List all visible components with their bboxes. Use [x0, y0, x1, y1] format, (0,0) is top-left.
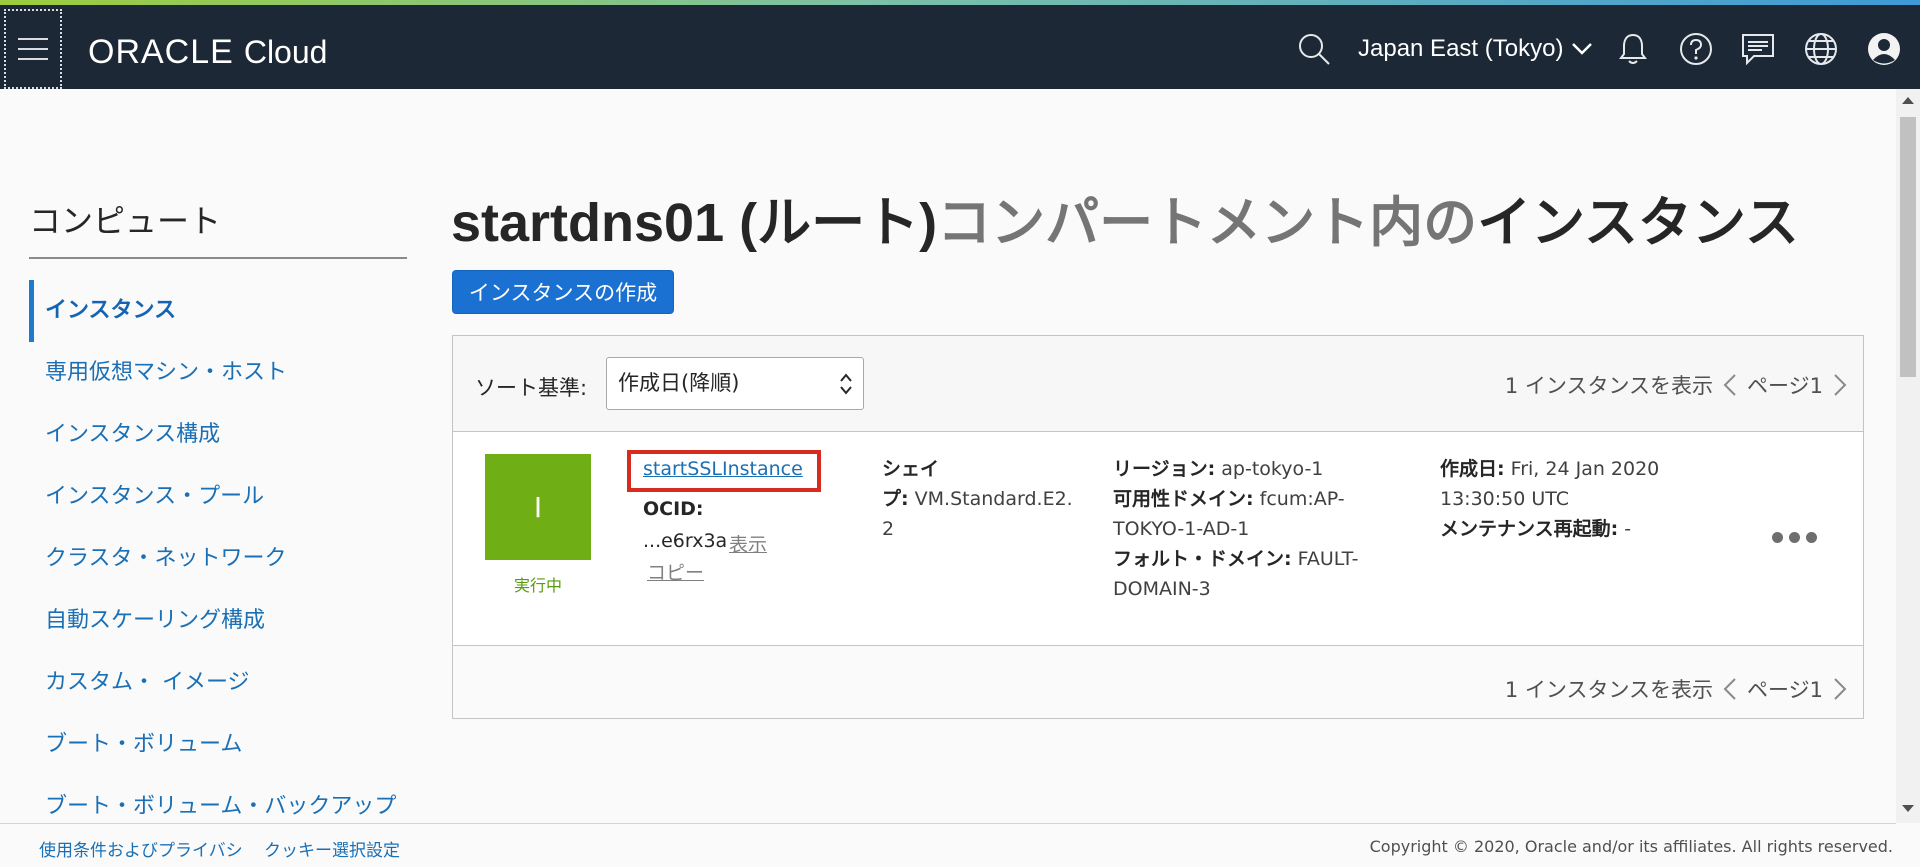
sidebar-item-instance-configurations[interactable]: インスタンス構成 — [29, 404, 407, 466]
shape-label-2: プ: — [882, 488, 909, 510]
pager-count-bottom: 1 インスタンスを表示 — [1504, 678, 1714, 702]
page-title-compartment: startdns01 (ルート) — [451, 193, 938, 253]
sidebar-divider — [29, 257, 407, 259]
page-title-middle: コンパートメント内の — [937, 193, 1478, 253]
sidebar-item-boot-volumes[interactable]: ブート・ボリューム — [29, 714, 407, 776]
chevron-left-icon[interactable] — [1723, 677, 1737, 701]
instance-status-icon: I — [485, 454, 591, 560]
ocid-show-link[interactable]: 表示 — [729, 530, 767, 557]
region-field-value: ap-tokyo-1 — [1221, 458, 1324, 480]
pager-top: 1 インスタンスを表示 ページ1 — [1505, 370, 1847, 400]
chevron-right-icon[interactable] — [1833, 677, 1847, 701]
menu-icon[interactable] — [4, 9, 62, 89]
page-footer: 使用条件およびプライバシ クッキー選択設定 Copyright © 2020, … — [0, 823, 1896, 867]
region-fields: リージョン: ap-tokyo-1 可用性ドメイン: fcum:AP- TOKY… — [1113, 454, 1413, 604]
top-header: ORACLE Cloud Japan East (Tokyo) — [0, 5, 1920, 89]
fd-value-1: FAULT- — [1297, 548, 1359, 570]
instance-row: I 実行中 startSSLInstance OCID: ...e6rx3a 表… — [453, 432, 1863, 646]
sidebar-title: コンピュート — [29, 202, 222, 240]
create-instance-button[interactable]: インスタンスの作成 — [452, 270, 674, 314]
created-value-1: Fri, 24 Jan 2020 — [1510, 458, 1660, 480]
pager-count: 1 インスタンスを表示 — [1504, 374, 1714, 398]
region-selector[interactable]: Japan East (Tokyo) — [1358, 35, 1593, 63]
logo-oracle-text: ORACLE — [88, 33, 234, 71]
sort-label: ソート基準: — [475, 376, 588, 400]
help-icon[interactable] — [1676, 29, 1716, 69]
sidebar-item-instance-pools[interactable]: インスタンス・プール — [29, 466, 407, 528]
more-actions-icon[interactable] — [1772, 532, 1817, 543]
scroll-thumb[interactable] — [1900, 117, 1916, 377]
maintenance-value: - — [1624, 518, 1632, 540]
sidebar-item-instances[interactable]: インスタンス — [29, 280, 407, 342]
copyright-text: Copyright © 2020, Oracle and/or its affi… — [1369, 837, 1893, 856]
cookie-preferences-link[interactable]: クッキー選択設定 — [264, 836, 400, 861]
logo-cloud-text: Cloud — [243, 34, 328, 70]
pager-page-bottom: ページ1 — [1747, 678, 1823, 702]
ad-value-1: fcum:AP- — [1259, 488, 1345, 510]
ocid-label: OCID: — [643, 498, 704, 520]
sidebar-item-autoscaling[interactable]: 自動スケーリング構成 — [29, 590, 407, 652]
chevron-down-icon — [1572, 43, 1593, 55]
ad-label: 可用性ドメイン: — [1113, 488, 1254, 510]
terms-privacy-link[interactable]: 使用条件およびプライバシ — [39, 836, 243, 861]
chevron-left-icon[interactable] — [1723, 373, 1737, 397]
globe-language-icon[interactable] — [1801, 29, 1841, 69]
pager-page: ページ1 — [1747, 374, 1823, 398]
sidebar-item-custom-images[interactable]: カスタム・ イメージ — [29, 652, 407, 714]
oracle-cloud-logo[interactable]: ORACLE Cloud — [88, 33, 327, 72]
shape-label-1: シェイ — [882, 458, 940, 480]
list-toolbar: ソート基準: 作成日(降順) 1 インスタンスを表示 ページ1 — [453, 336, 1863, 432]
instance-status-label: 実行中 — [513, 576, 562, 595]
shape-value-2: 2 — [882, 518, 895, 540]
ocid-value: ...e6rx3a — [643, 530, 728, 552]
sidebar-nav: インスタンス 専用仮想マシン・ホスト インスタンス構成 インスタンス・プール ク… — [29, 280, 407, 838]
search-icon[interactable] — [1294, 29, 1334, 69]
user-profile-icon[interactable] — [1864, 29, 1904, 69]
page-title: startdns01 (ルート)コンパートメント内のインスタンス — [451, 178, 1799, 257]
ocid-copy-link[interactable]: コピー — [647, 558, 704, 585]
created-fields: 作成日: Fri, 24 Jan 2020 13:30:50 UTC メンテナン… — [1440, 454, 1730, 544]
region-field-label: リージョン: — [1113, 458, 1216, 480]
shape-field: シェイ プ: VM.Standard.E2. 2 — [882, 454, 1082, 544]
instance-name-link[interactable]: startSSLInstance — [643, 458, 803, 480]
chevron-right-icon[interactable] — [1833, 373, 1847, 397]
sort-select-value: 作成日(降順) — [618, 371, 740, 395]
ad-value-2: TOKYO-1-AD-1 — [1113, 518, 1250, 540]
page-title-end: インスタンス — [1477, 193, 1799, 253]
pager-bottom: 1 インスタンスを表示 ページ1 — [1505, 674, 1847, 704]
maintenance-label: メンテナンス再起動: — [1440, 518, 1619, 540]
fd-value-2: DOMAIN-3 — [1113, 578, 1211, 600]
vertical-scrollbar[interactable] — [1896, 89, 1920, 823]
sidebar-item-dedicated-vm-hosts[interactable]: 専用仮想マシン・ホスト — [29, 342, 407, 404]
chat-feedback-icon[interactable] — [1738, 29, 1778, 69]
created-label: 作成日: — [1440, 458, 1505, 480]
sort-select[interactable]: 作成日(降順) — [606, 357, 864, 410]
sidebar-item-cluster-networks[interactable]: クラスタ・ネットワーク — [29, 528, 407, 590]
shape-value-1: VM.Standard.E2. — [914, 488, 1073, 510]
created-value-2: 13:30:50 UTC — [1440, 488, 1570, 510]
scroll-up-arrow-icon[interactable] — [1902, 97, 1914, 104]
scroll-down-arrow-icon[interactable] — [1902, 805, 1914, 812]
fd-label: フォルト・ドメイン: — [1113, 548, 1292, 570]
region-label: Japan East (Tokyo) — [1358, 35, 1564, 62]
list-footer: 1 インスタンスを表示 ページ1 — [453, 646, 1863, 720]
select-updown-icon — [840, 373, 852, 395]
instances-panel: ソート基準: 作成日(降順) 1 インスタンスを表示 ページ1 I 実行中 st… — [452, 335, 1864, 719]
bell-icon[interactable] — [1613, 29, 1653, 69]
